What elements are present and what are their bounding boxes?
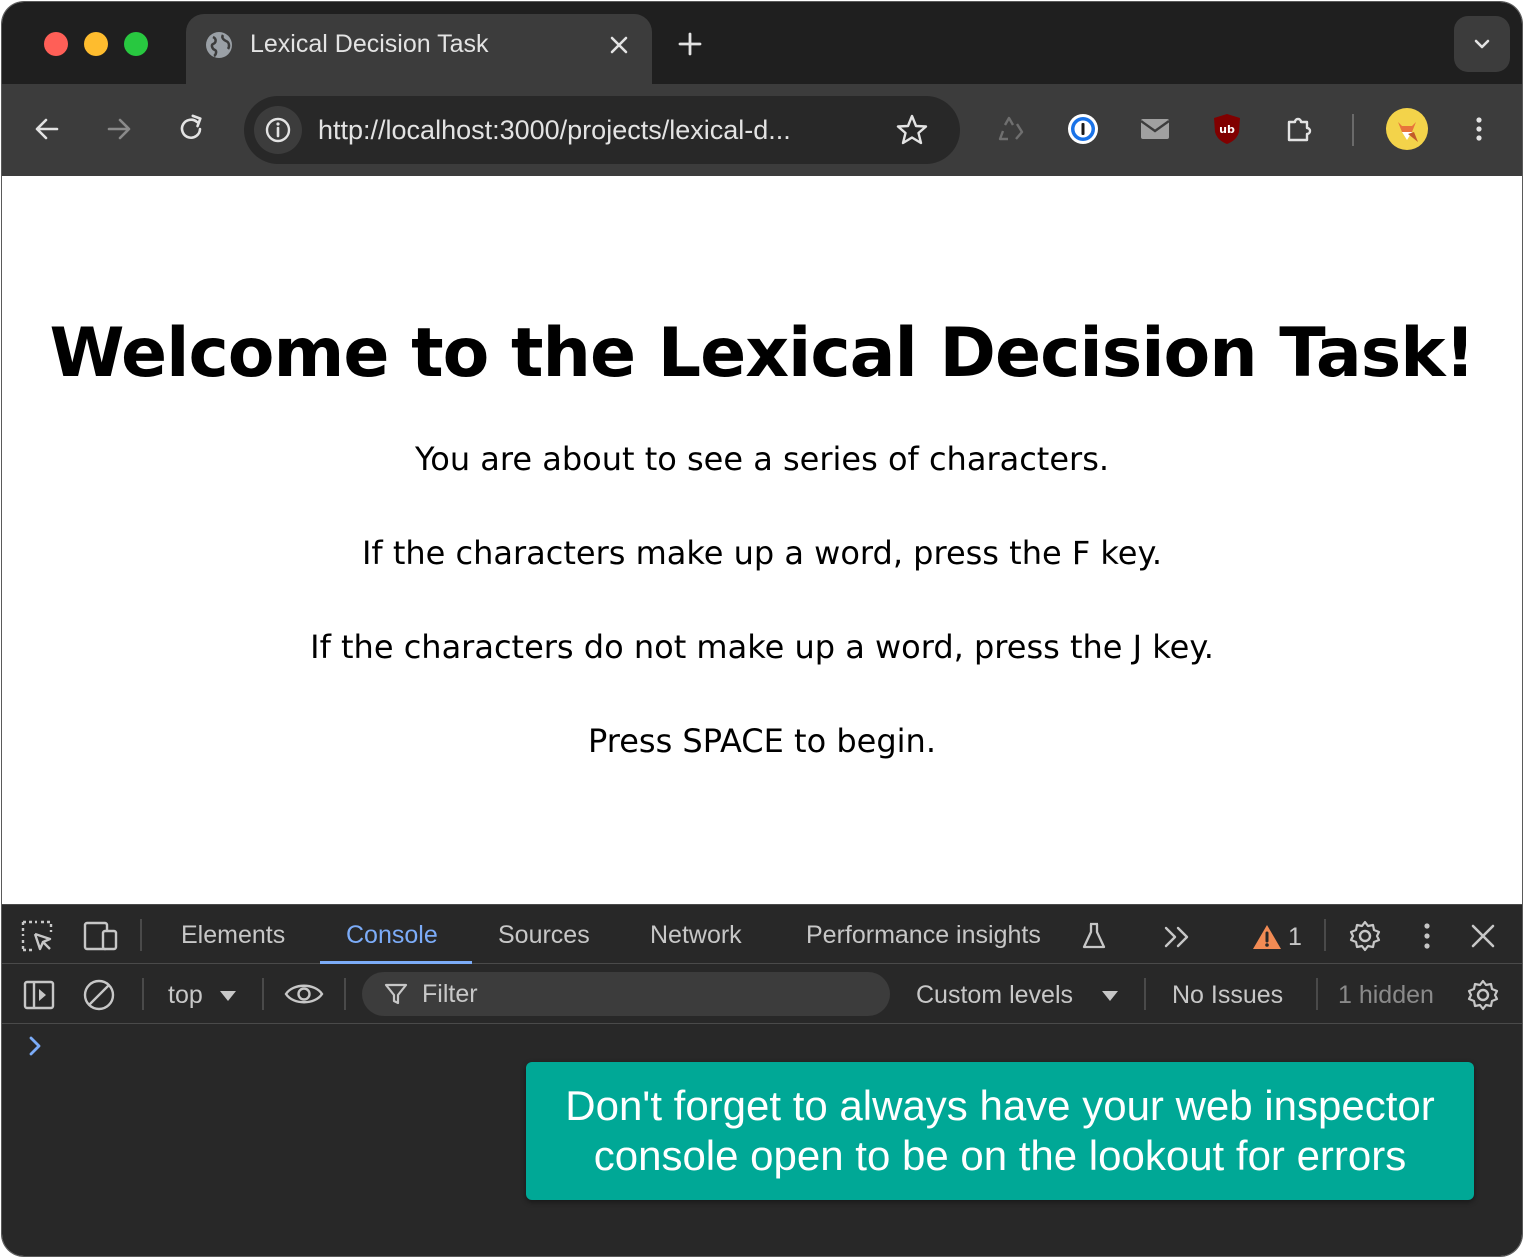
devtools-menu-icon[interactable] [1410, 919, 1444, 953]
site-info-button[interactable] [254, 106, 302, 154]
devtools-divider [140, 919, 142, 951]
browser-toolbar: http://localhost:3000/projects/lexical-d… [2, 84, 1522, 176]
filterbar-divider [142, 978, 144, 1010]
warning-icon[interactable] [1252, 923, 1282, 951]
sidebar-toggle-icon[interactable] [22, 978, 56, 1012]
ublock-icon[interactable]: ub [1210, 112, 1244, 146]
context-selector[interactable]: top [168, 979, 203, 1011]
live-expression-eye-icon[interactable] [284, 980, 324, 1008]
close-window-button[interactable] [44, 32, 68, 56]
more-tabs-chevron-icon[interactable] [1162, 923, 1194, 951]
toolbar-divider [1352, 114, 1354, 146]
filterbar-divider [1144, 978, 1146, 1010]
hidden-messages-count: 1 hidden [1338, 981, 1434, 1009]
password-manager-icon[interactable] [1066, 112, 1100, 146]
browser-tab[interactable]: Lexical Decision Task [186, 14, 652, 84]
browser-window: Lexical Decision Task http://localhost:3… [2, 2, 1522, 1256]
warning-count[interactable]: 1 [1288, 921, 1302, 953]
log-levels-dropdown[interactable]: Custom levels [916, 979, 1073, 1011]
tab-title: Lexical Decision Task [250, 30, 489, 58]
globe-icon [206, 32, 232, 58]
reload-icon[interactable] [174, 112, 208, 146]
recycle-icon[interactable] [994, 112, 1028, 146]
caret-down-icon [220, 991, 236, 1001]
flask-icon [1082, 922, 1106, 949]
tab-network[interactable]: Network [650, 919, 742, 951]
filter-placeholder: Filter [422, 980, 478, 1008]
instruction-line-4: Press SPACE to begin. [588, 722, 936, 760]
tab-console[interactable]: Console [346, 919, 438, 951]
console-filter-input[interactable]: Filter [362, 972, 890, 1016]
more-vertical-icon[interactable] [1462, 112, 1496, 146]
puzzle-icon[interactable] [1282, 112, 1316, 146]
callout-line-2: console open to be on the lookout for er… [593, 1132, 1407, 1179]
tab-performance-insights[interactable]: Performance insights [806, 919, 1041, 951]
console-settings-gear-icon[interactable] [1466, 978, 1500, 1012]
close-tab-icon[interactable] [604, 30, 634, 60]
mail-icon[interactable] [1138, 112, 1172, 146]
instruction-line-3: If the characters do not make up a word,… [310, 628, 1214, 666]
minimize-window-button[interactable] [84, 32, 108, 56]
url-text[interactable]: http://localhost:3000/projects/lexical-d… [318, 113, 791, 147]
issues-counter[interactable]: No Issues [1172, 979, 1283, 1011]
svg-text:ub: ub [1219, 123, 1235, 136]
tab-sources[interactable]: Sources [498, 919, 590, 951]
settings-gear-icon[interactable] [1348, 919, 1382, 953]
new-tab-icon[interactable] [674, 28, 706, 60]
console-filter-bar: top Filter Custom levels No Issues 1 hid… [2, 964, 1522, 1024]
inspect-element-icon[interactable] [20, 919, 54, 953]
tab-strip: Lexical Decision Task [2, 2, 1522, 84]
back-arrow-icon[interactable] [30, 112, 64, 146]
address-bar[interactable]: http://localhost:3000/projects/lexical-d… [244, 96, 960, 164]
filterbar-divider [344, 978, 346, 1010]
caret-down-icon [1102, 991, 1118, 1001]
filterbar-divider [1316, 978, 1318, 1010]
callout-line-1: Don't forget to always have your web ins… [565, 1082, 1435, 1129]
clear-console-icon[interactable] [82, 978, 116, 1012]
fox-avatar-icon [1398, 122, 1418, 142]
forward-arrow-icon[interactable] [102, 112, 136, 146]
star-icon[interactable] [894, 112, 930, 148]
tab-elements[interactable]: Elements [181, 919, 285, 951]
info-icon [265, 117, 291, 143]
devtools-panel: Elements Console Sources Network Perform… [2, 904, 1522, 1256]
page-heading: Welcome to the Lexical Decision Task! [49, 314, 1475, 393]
chevron-down-icon [1474, 39, 1490, 49]
device-toolbar-icon[interactable] [82, 919, 120, 953]
maximize-window-button[interactable] [124, 32, 148, 56]
devtools-tab-bar: Elements Console Sources Network Perform… [2, 904, 1522, 964]
close-devtools-icon[interactable] [1468, 921, 1498, 951]
profile-avatar[interactable] [1386, 108, 1428, 150]
tab-search-button[interactable] [1454, 16, 1510, 72]
instruction-line-1: You are about to see a series of charact… [414, 440, 1110, 478]
tip-callout: Don't forget to always have your web ins… [526, 1062, 1474, 1200]
page-content: Welcome to the Lexical Decision Task! Yo… [2, 176, 1522, 904]
filter-funnel-icon [384, 983, 408, 1005]
filterbar-divider [262, 978, 264, 1010]
devtools-divider [1324, 919, 1326, 951]
console-prompt-chevron-icon[interactable] [24, 1034, 48, 1058]
instruction-line-2: If the characters make up a word, press … [361, 534, 1163, 572]
